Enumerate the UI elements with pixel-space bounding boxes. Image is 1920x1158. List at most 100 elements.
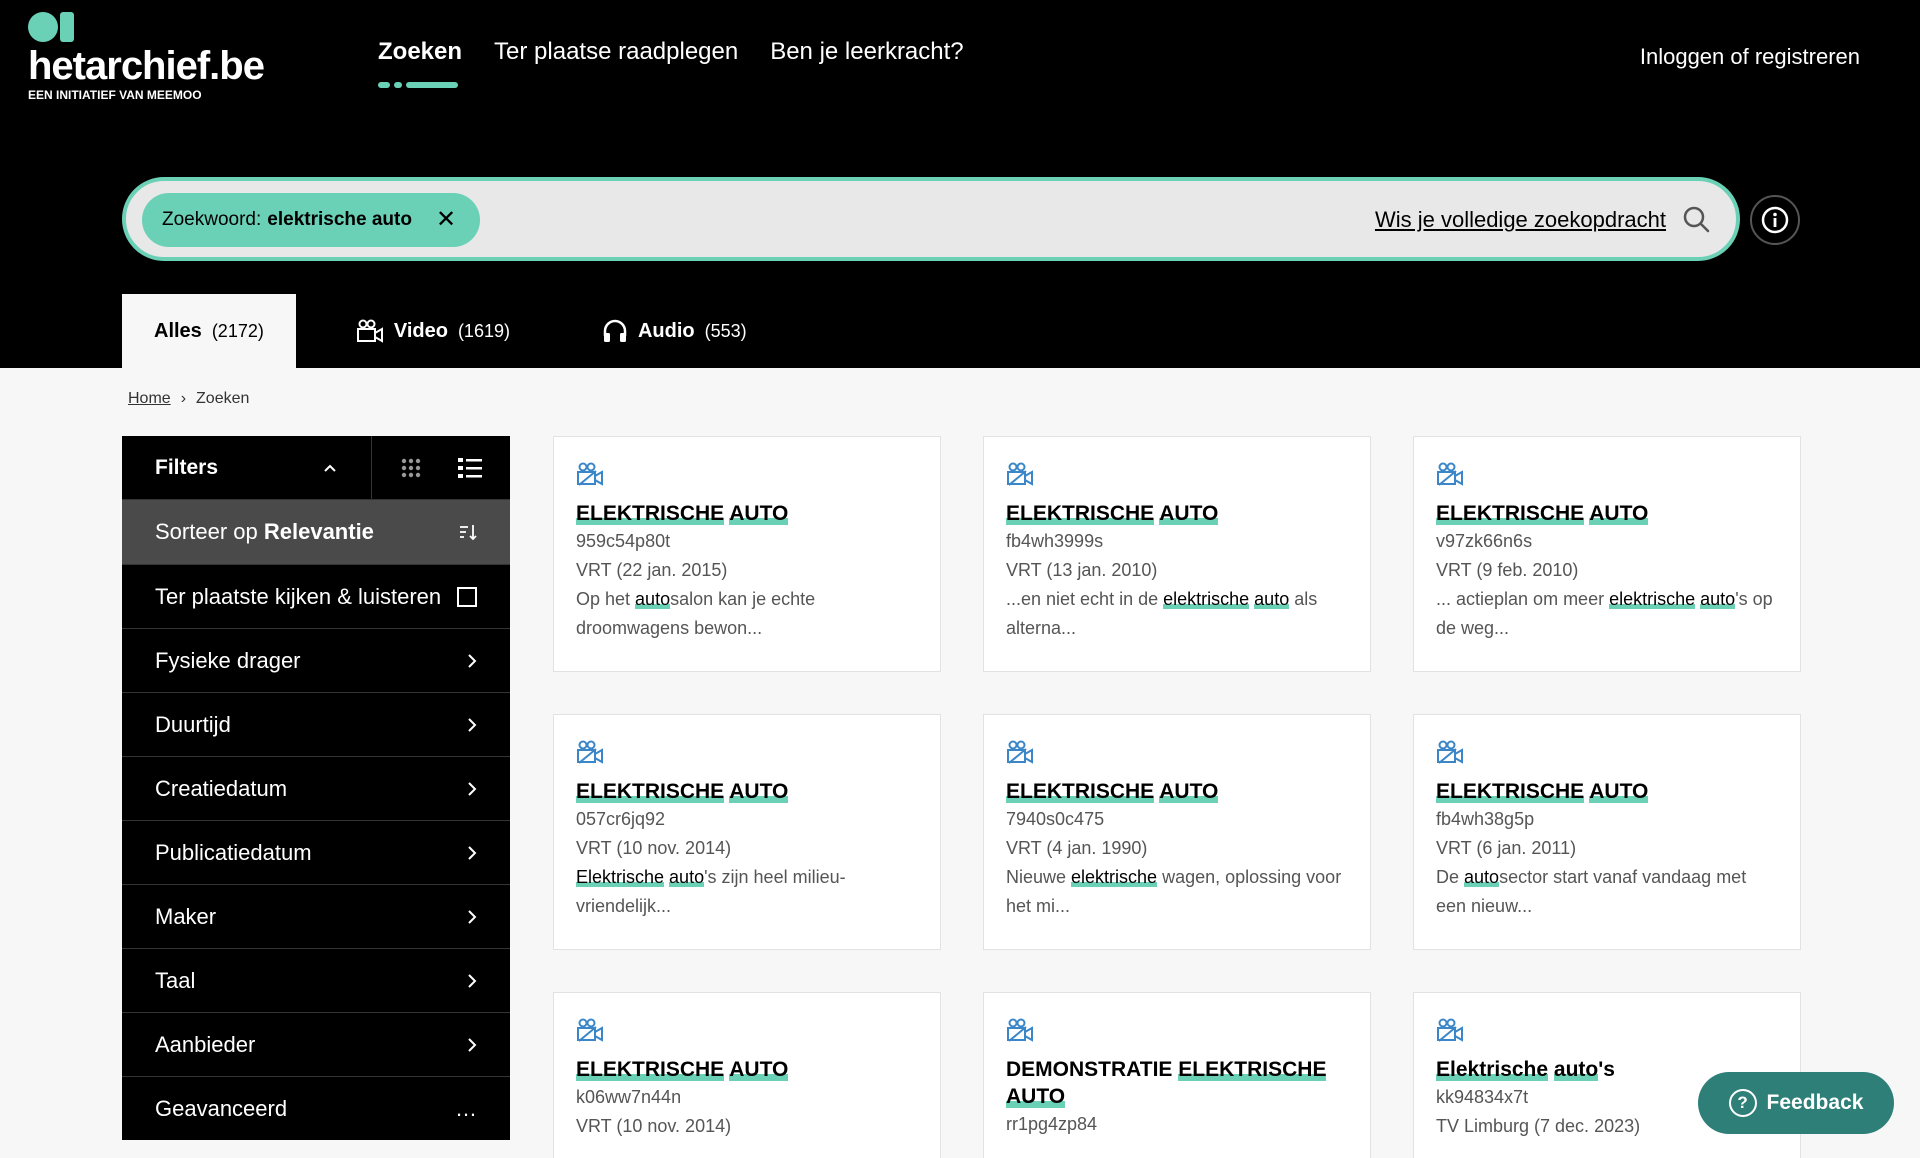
result-description: ...en niet echt in de elektrische auto a… (1006, 589, 1318, 638)
result-provider-date: VRT (9 feb. 2010) (1436, 560, 1579, 580)
tab-video[interactable]: Video (1619) (324, 294, 542, 368)
filter-item-label: Duurtijd (155, 711, 231, 737)
result-title[interactable]: ELEKTRISCHE AUTO (576, 1056, 918, 1083)
result-card[interactable]: DEMONSTRATIE ELEKTRISCHE AUTO rr1pg4zp84 (983, 992, 1371, 1158)
filter-item-label: Aanbieder (155, 1031, 256, 1057)
video-camera-icon (1437, 1018, 1463, 1042)
chip-label: Zoekwoord: (162, 209, 262, 230)
filter-header: Filters (122, 436, 510, 500)
result-id: 7940s0c475 (1006, 809, 1105, 829)
chevron-right-icon (468, 1037, 477, 1052)
type-tabs: Alles (2172) Video (1619) Audio (553) (122, 294, 779, 368)
filter-onsite[interactable]: Ter plaatste kijken & luisteren (122, 564, 510, 628)
nav-zoeken[interactable]: Zoeken (378, 38, 462, 92)
result-id: k06ww7n44n (576, 1087, 682, 1107)
chevron-up-icon (324, 464, 336, 472)
logo[interactable]: hetarchief.be EEN INITIATIEF VAN MEEMOO (28, 12, 288, 102)
video-camera-icon (1007, 1018, 1033, 1042)
more-icon: … (455, 1095, 477, 1121)
filter-item-label: Creatiedatum (155, 775, 288, 801)
result-title[interactable]: ELEKTRISCHE AUTO (576, 778, 918, 805)
result-provider-date: VRT (6 jan. 2011) (1436, 838, 1577, 858)
filter-item[interactable]: Maker (122, 884, 510, 948)
result-provider-date: VRT (13 jan. 2010) (1006, 560, 1158, 580)
video-camera-icon (577, 1018, 603, 1042)
result-description: De autosector start vanaf vandaag met ee… (1436, 867, 1747, 916)
breadcrumb-home[interactable]: Home (128, 390, 171, 408)
result-card[interactable]: ELEKTRISCHE AUTO 057cr6jq92 VRT (10 nov. 2… (553, 714, 941, 950)
result-card[interactable]: ELEKTRISCHE AUTO fb4wh38g5p VRT (6 jan. 20… (1413, 714, 1801, 950)
result-title[interactable]: ELEKTRISCHE AUTO (1436, 500, 1778, 527)
video-camera-icon (577, 462, 603, 486)
result-title[interactable]: ELEKTRISCHE AUTO (1006, 500, 1348, 527)
sort-icon (460, 525, 477, 541)
result-id: rr1pg4zp84 (1006, 1114, 1098, 1134)
video-camera-icon (577, 740, 603, 764)
help-icon: ? (1728, 1089, 1757, 1117)
result-description: Elektrische auto's zijn heel milieu-vrie… (576, 867, 846, 916)
filter-item[interactable]: Creatiedatum (122, 756, 510, 820)
breadcrumb-current: Zoeken (196, 390, 250, 407)
result-id: 959c54p80t (576, 531, 671, 551)
chevron-right-icon (468, 909, 477, 924)
result-description: Op het autosalon kan je echte droomwagen… (576, 589, 816, 638)
result-card[interactable]: ELEKTRISCHE AUTO v97zk66n6s VRT (9 feb. 20… (1413, 436, 1801, 672)
filter-item[interactable]: Fysieke drager (122, 628, 510, 692)
sort-dropdown[interactable]: Sorteer op Relevantie (122, 500, 510, 564)
filter-item[interactable]: Duurtijd (122, 692, 510, 756)
result-description: Nieuwe elektrische wagen, oplossing voor… (1006, 867, 1342, 916)
onsite-checkbox[interactable] (457, 586, 477, 607)
result-title[interactable]: ELEKTRISCHE AUTO (1436, 778, 1778, 805)
filter-item[interactable]: Taal (122, 948, 510, 1012)
nav-leerkracht[interactable]: Ben je leerkracht? (770, 38, 963, 92)
result-card[interactable]: ELEKTRISCHE AUTO 7940s0c475 VRT (4 jan. 19… (983, 714, 1371, 950)
search-icon[interactable] (1682, 205, 1710, 233)
filter-sidebar: Filters Sorteer op Relevantie Ter plaats… (122, 436, 510, 1140)
result-title[interactable]: DEMONSTRATIE ELEKTRISCHE AUTO (1006, 1056, 1348, 1110)
result-card[interactable]: ELEKTRISCHE AUTO fb4wh3999s VRT (13 jan. 2… (983, 436, 1371, 672)
result-card[interactable]: ELEKTRISCHE AUTO 959c54p80t VRT (22 jan. 2… (553, 436, 941, 672)
chevron-right-icon (468, 653, 477, 668)
close-icon[interactable]: ✕ (436, 208, 456, 232)
result-provider-date: VRT (4 jan. 1990) (1006, 838, 1148, 858)
chevron-right-icon (468, 781, 477, 796)
filter-item-label: Taal (155, 967, 196, 993)
result-provider-date: VRT (22 jan. 2015) (576, 560, 728, 580)
info-icon[interactable] (1750, 195, 1800, 245)
result-title[interactable]: ELEKTRISCHE AUTO (1006, 778, 1348, 805)
video-camera-icon (1437, 462, 1463, 486)
logo-wordmark: hetarchief.be (28, 44, 265, 88)
clear-search-link[interactable]: Wis je volledige zoekopdracht (1375, 207, 1666, 233)
grid-view-icon[interactable] (400, 457, 422, 479)
filter-item[interactable]: Aanbieder (122, 1012, 510, 1076)
result-provider-date: VRT (10 nov. 2014) (576, 838, 732, 858)
filter-advanced[interactable]: Geavanceerd … (122, 1076, 510, 1140)
result-provider-date: VRT (10 nov. 2014) (576, 1116, 732, 1136)
result-id: fb4wh3999s (1006, 531, 1104, 551)
view-switcher (372, 436, 510, 499)
result-card[interactable]: ELEKTRISCHE AUTO k06ww7n44n VRT (10 nov. 2… (553, 992, 941, 1158)
list-view-icon[interactable] (458, 457, 482, 479)
nav-ter-plaatse[interactable]: Ter plaatse raadplegen (494, 38, 738, 92)
logo-mark (28, 12, 78, 42)
header: hetarchief.be EEN INITIATIEF VAN MEEMOO … (0, 0, 1920, 368)
login-link[interactable]: Inloggen of registreren (1640, 44, 1860, 70)
chevron-right-icon (468, 973, 477, 988)
result-title[interactable]: ELEKTRISCHE AUTO (576, 500, 918, 527)
video-camera-icon (1007, 462, 1033, 486)
filter-item-label: Maker (155, 903, 217, 929)
search-chip[interactable]: Zoekwoord: elektrische auto ✕ (142, 193, 481, 247)
tab-alles[interactable]: Alles (2172) (122, 294, 296, 368)
tab-audio[interactable]: Audio (553) (570, 294, 779, 368)
result-id: fb4wh38g5p (1436, 809, 1535, 829)
chevron-right-icon (468, 717, 477, 732)
result-description: ... actieplan om meer elektrische auto's… (1436, 589, 1773, 638)
active-indicator (378, 82, 458, 88)
filters-toggle[interactable]: Filters (122, 436, 372, 499)
filter-item[interactable]: Publicatiedatum (122, 820, 510, 884)
feedback-button[interactable]: ? Feedback (1698, 1072, 1894, 1134)
search-bar[interactable]: Zoekwoord: elektrische auto ✕ Wis je vol… (122, 177, 1740, 261)
headphones-icon (603, 319, 627, 342)
chip-value: elektrische auto (267, 209, 412, 230)
main-nav: Zoeken Ter plaatse raadplegen Ben je lee… (378, 38, 964, 92)
